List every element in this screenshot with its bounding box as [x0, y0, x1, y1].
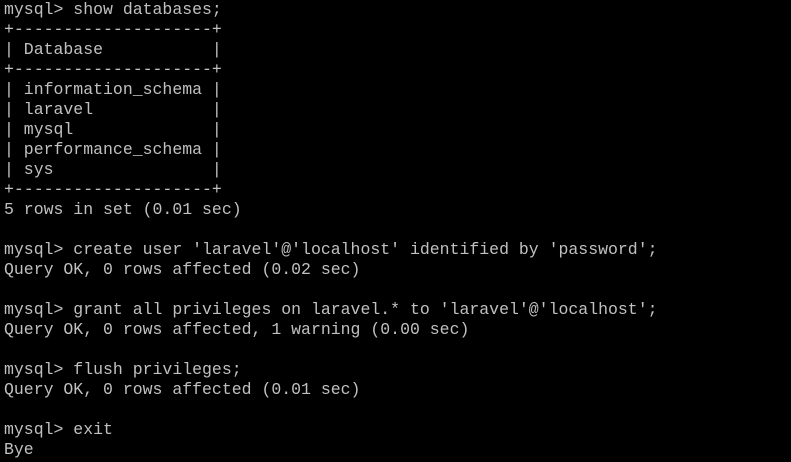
table-header: | Database |: [4, 40, 222, 59]
prompt-line: mysql> flush privileges;: [4, 360, 242, 379]
table-border: +--------------------+: [4, 180, 222, 199]
query-result: Query OK, 0 rows affected (0.02 sec): [4, 260, 361, 279]
query-result: Query OK, 0 rows affected, 1 warning (0.…: [4, 320, 470, 339]
table-row: | performance_schema |: [4, 140, 222, 159]
prompt-line: mysql> create user 'laravel'@'localhost'…: [4, 240, 658, 259]
terminal-window[interactable]: mysql> show databases; +----------------…: [0, 0, 791, 462]
table-row: | sys |: [4, 160, 222, 179]
table-border: +--------------------+: [4, 20, 222, 39]
table-row: | mysql |: [4, 120, 222, 139]
table-border: +--------------------+: [4, 60, 222, 79]
table-row: | information_schema |: [4, 80, 222, 99]
prompt-line: mysql> show databases;: [4, 0, 222, 19]
table-row: | laravel |: [4, 100, 222, 119]
prompt-line: mysql> grant all privileges on laravel.*…: [4, 300, 658, 319]
prompt-line: mysql> exit: [4, 420, 113, 439]
result-summary: 5 rows in set (0.01 sec): [4, 200, 242, 219]
query-result: Query OK, 0 rows affected (0.01 sec): [4, 380, 361, 399]
exit-message: Bye: [4, 440, 34, 459]
